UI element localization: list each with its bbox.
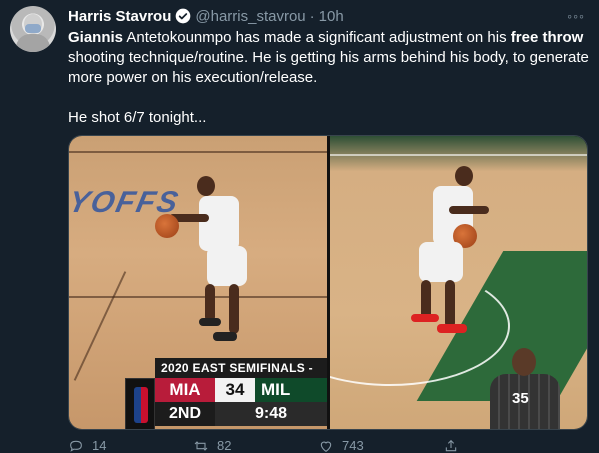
reply-icon [70,440,82,452]
tweet-header: Harris Stavrou @harris_stavrou · 10h [68,6,344,26]
left-video-frame: YOFFS 2020 EAST SEMIFINALS - MIA 34 MIL [69,136,327,429]
nba-logo-icon [125,378,155,429]
share-icon [445,439,457,451]
retweet-count: 82 [217,438,232,453]
avatar[interactable] [10,6,56,52]
tweet-actions: 14 82 743 [68,438,568,453]
author-name[interactable]: Harris Stavrou [68,8,171,25]
referee-number: 35 [512,390,529,407]
author-handle[interactable]: @harris_stavrou [195,8,305,25]
tweet: Harris Stavrou @harris_stavrou · 10h ◦◦◦… [0,0,599,453]
bold-giannis[interactable]: Giannis [68,29,123,46]
team-b-label: MIL [255,378,327,402]
heart-icon [320,441,332,452]
tweet-time[interactable]: 10h [319,8,344,25]
share-button[interactable] [443,438,568,453]
scorebug-title: 2020 EAST SEMIFINALS - [155,358,327,378]
verified-badge-icon [176,8,191,24]
team-a-label: MIA [155,378,215,402]
scorebug: 2020 EAST SEMIFINALS - MIA 34 MIL 2ND 9:… [125,358,327,429]
right-video-frame: 35 [330,136,587,429]
game-clock: 9:48 [215,402,327,426]
tweet-text: Giannis Antetokounmpo has made a signifi… [68,28,590,128]
like-count: 743 [342,438,364,453]
player-right [405,166,505,346]
quarter: 2ND [155,402,215,426]
reply-button[interactable]: 14 [68,438,193,453]
retweet-button[interactable]: 82 [193,438,318,453]
retweet-icon [194,440,208,451]
bold-free-throw: free throw [510,29,584,46]
tweet-paragraph-2: He shot 6/7 tonight... [68,109,207,126]
text-part: Antetokounmpo has made a significant adj… [123,29,511,46]
score: 34 [215,378,255,402]
tweet-media[interactable]: YOFFS 2020 EAST SEMIFINALS - MIA 34 MIL [68,135,588,430]
tweet-paragraph-1: Giannis Antetokounmpo has made a signifi… [68,28,590,88]
separator-dot: · [309,7,315,25]
text-part: shooting technique/routine. He is gettin… [68,49,589,86]
referee: 35 [490,346,560,429]
like-button[interactable]: 743 [318,438,443,453]
player-left [155,176,259,366]
more-options-icon[interactable]: ◦◦◦ [567,8,585,24]
reply-count: 14 [92,438,107,453]
